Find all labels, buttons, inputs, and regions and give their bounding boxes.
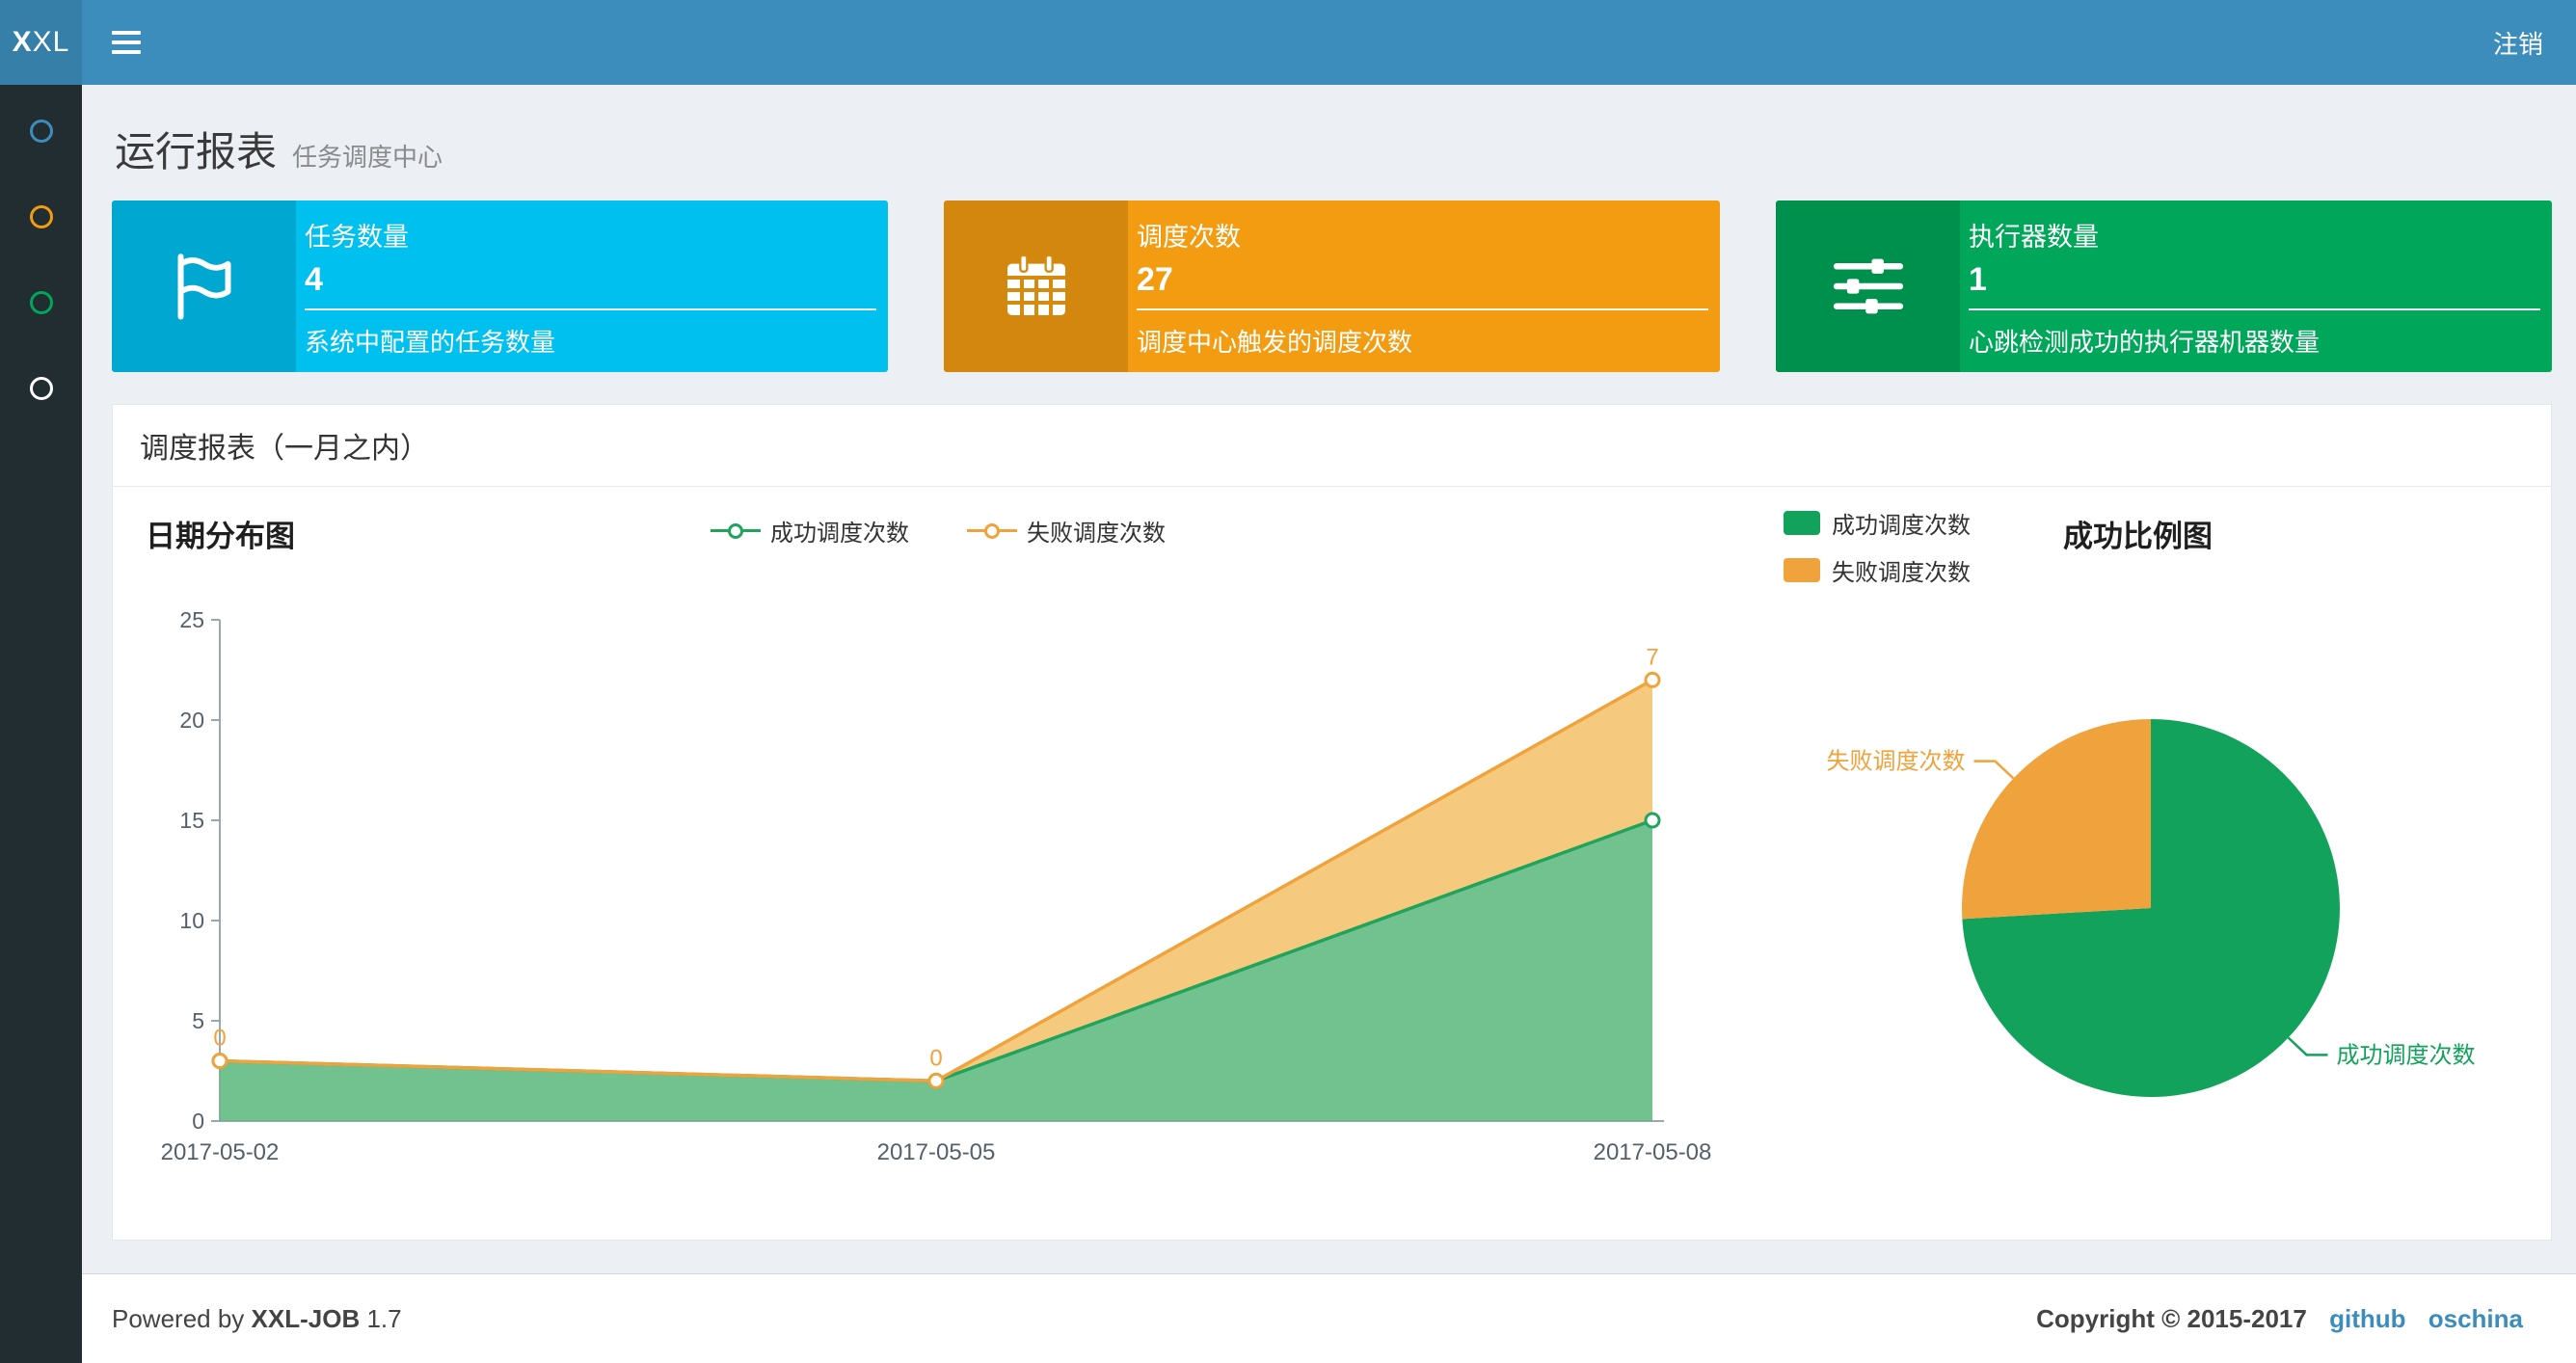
info-box-executor-count: 执行器数量 1 心跳检测成功的执行器机器数量 <box>1776 200 2552 372</box>
info-box-value: 1 <box>1969 261 1987 298</box>
panel-title: 调度报表（一月之内） <box>140 433 429 465</box>
svg-text:15: 15 <box>179 808 204 833</box>
flag-icon <box>112 200 296 372</box>
info-box-job-count: 任务数量 4 系统中配置的任务数量 <box>112 200 888 372</box>
page-header: 运行报表 任务调度中心 <box>82 85 2576 174</box>
info-box-caption: 心跳检测成功的执行器机器数量 <box>1969 328 2321 357</box>
charts-canvas: 05101520252017-05-02 2017-05-05 2017-05-08… <box>161 607 2476 1165</box>
page-subtitle: 任务调度中心 <box>292 143 443 172</box>
svg-text:0: 0 <box>192 1109 204 1134</box>
product-name: XXL-JOB <box>251 1303 361 1333</box>
page-title: 运行报表 <box>115 129 278 174</box>
divider <box>1137 308 1708 310</box>
svg-text:5: 5 <box>192 1008 204 1033</box>
app-logo[interactable]: X XL <box>0 0 82 85</box>
powered-by: Powered by XXL-JOB 1.7 <box>112 1303 402 1333</box>
info-box-value: 27 <box>1137 261 1173 298</box>
calendar-icon <box>944 200 1128 372</box>
info-box-trigger-count: 调度次数 27 调度中心触发的调度次数 <box>944 200 1720 372</box>
svg-text:成功调度次数: 成功调度次数 <box>2336 1042 2475 1068</box>
svg-text:7: 7 <box>1646 644 1658 670</box>
sidebar-menu-item-3[interactable] <box>29 291 53 314</box>
sidebar-menu-item-2[interactable] <box>29 205 53 228</box>
info-box-caption: 调度中心触发的调度次数 <box>1137 328 1413 357</box>
copyright: Copyright © 2015-2017 github oschina <box>2036 1303 2523 1333</box>
info-box-value: 4 <box>305 261 323 298</box>
sidebar <box>0 85 82 1363</box>
svg-text:2017-05-08: 2017-05-08 <box>1594 1139 1712 1165</box>
svg-text:20: 20 <box>179 708 204 733</box>
divider <box>1969 308 2540 310</box>
info-box-content: 任务数量 4 系统中配置的任务数量 <box>296 200 888 372</box>
info-box-label: 任务数量 <box>305 223 409 252</box>
svg-text:0: 0 <box>213 1026 226 1052</box>
sidebar-menu-item-4[interactable] <box>29 377 53 400</box>
logo-text-bold: X <box>12 26 33 58</box>
logo-text: XL <box>32 26 70 58</box>
logout-link[interactable]: 注销 <box>2460 0 2576 85</box>
info-box-label: 执行器数量 <box>1969 223 2099 252</box>
panel-header: 调度报表（一月之内） <box>113 405 2551 487</box>
info-box-content: 调度次数 27 调度中心触发的调度次数 <box>1128 200 1720 372</box>
svg-text:2017-05-05: 2017-05-05 <box>877 1139 996 1165</box>
sliders-icon <box>1776 200 1960 372</box>
oschina-link[interactable]: oschina <box>2428 1304 2523 1333</box>
info-box-row: 任务数量 4 系统中配置的任务数量 调度次数 27 调度中心触发的调度次数 执行… <box>112 200 2552 372</box>
footer: Powered by XXL-JOB 1.7 Copyright © 2015-… <box>82 1273 2576 1363</box>
info-box-label: 调度次数 <box>1137 223 1241 252</box>
svg-text:失败调度次数: 失败调度次数 <box>1827 749 1966 775</box>
svg-text:10: 10 <box>179 908 204 933</box>
hamburger-icon <box>112 31 141 35</box>
product-version: 1.7 <box>366 1303 402 1333</box>
panel-body: 日期分布图 成功调度次数 失败调度次数 成功调度次数 失败调度次数 成功比例图 05… <box>113 487 2551 1240</box>
info-box-content: 执行器数量 1 心跳检测成功的执行器机器数量 <box>1960 200 2552 372</box>
sidebar-menu-item-1[interactable] <box>29 120 53 143</box>
sidebar-toggle-button[interactable] <box>82 0 171 85</box>
top-navbar: X XL 注销 <box>0 0 2576 85</box>
info-box-caption: 系统中配置的任务数量 <box>305 328 556 357</box>
report-panel: 调度报表（一月之内） 日期分布图 成功调度次数 失败调度次数 成功调度次数 失败调度… <box>112 404 2552 1241</box>
divider <box>305 308 876 310</box>
svg-text:0: 0 <box>929 1045 942 1071</box>
main-content: 运行报表 任务调度中心 任务数量 4 系统中配置的任务数量 调度次数 27 调度… <box>82 85 2576 1273</box>
svg-text:2017-05-02: 2017-05-02 <box>161 1139 280 1165</box>
svg-text:25: 25 <box>179 607 204 632</box>
github-link[interactable]: github <box>2329 1304 2405 1333</box>
